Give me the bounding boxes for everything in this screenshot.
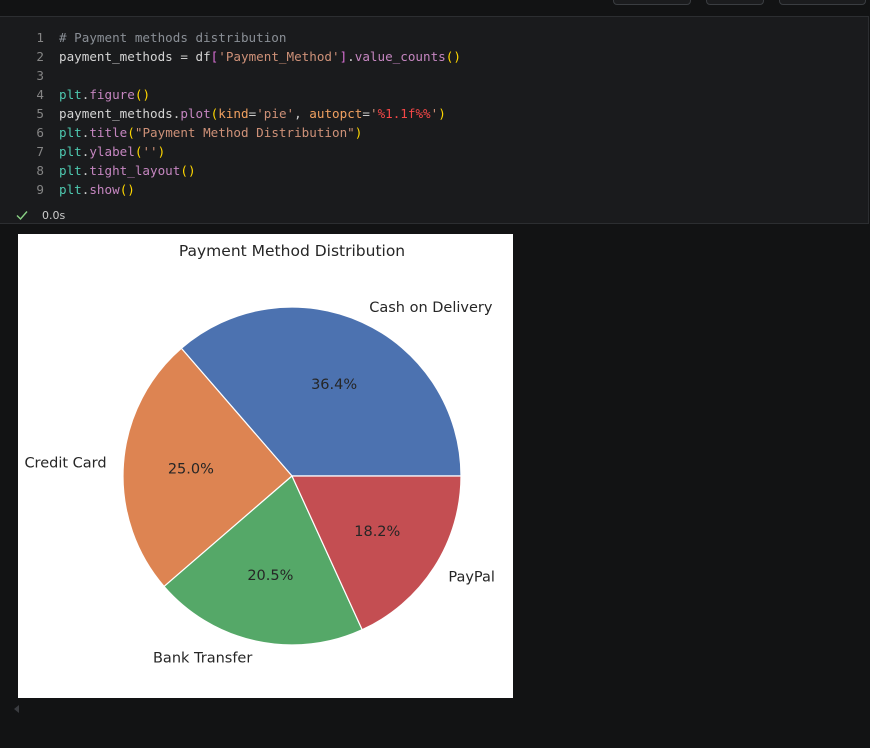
slice-percent-label: 36.4% — [311, 377, 357, 393]
code-cell[interactable]: 1 # Payment methods distribution 2 payment_… — [0, 16, 869, 224]
slice-category-label: Bank Transfer — [153, 651, 252, 667]
slice-percent-label: 25.0% — [168, 462, 214, 478]
slice-category-label: Cash on Delivery — [369, 300, 493, 316]
cell-toolbar-button[interactable] — [779, 0, 866, 5]
line-number: 9 — [36, 182, 44, 197]
code-text: plt.show() — [59, 182, 135, 197]
notebook-page: 1 # Payment methods distribution 2 payment_… — [0, 0, 870, 748]
line-number: 8 — [36, 163, 44, 178]
code-text: payment_methods = df['Payment_Method'].v… — [59, 49, 461, 64]
scroll-left-arrow[interactable] — [14, 705, 19, 713]
slice-category-label: Credit Card — [24, 456, 106, 472]
code-text: payment_methods.plot(kind='pie', autopct… — [59, 106, 446, 121]
check-icon — [16, 211, 28, 221]
code-text: plt.ylabel('') — [59, 144, 166, 159]
pie-chart: Payment Method Distribution 36.4% Cash on … — [24, 242, 495, 667]
slice-category-label: PayPal — [448, 570, 495, 586]
line-number: 7 — [36, 144, 44, 159]
code-text: plt.figure() — [59, 87, 151, 102]
cell-toolbar-button[interactable] — [613, 0, 691, 5]
code-text: plt.tight_layout() — [59, 163, 196, 178]
execution-time: 0.0s — [42, 208, 66, 222]
line-number: 6 — [36, 125, 44, 140]
line-number: 2 — [36, 49, 44, 64]
slice-percent-label: 18.2% — [354, 524, 400, 540]
cell-output: Payment Method Distribution 36.4% Cash on … — [18, 234, 513, 698]
line-number: 5 — [36, 106, 44, 121]
line-number: 3 — [36, 68, 44, 83]
slice-percent-label: 20.5% — [247, 568, 293, 584]
line-number: 4 — [36, 87, 44, 102]
code-text: plt.title("Payment Method Distribution") — [59, 125, 363, 140]
chart-title: Payment Method Distribution — [179, 242, 405, 260]
line-number: 1 — [36, 30, 44, 45]
cell-status: 0.0s — [15, 207, 65, 223]
cell-toolbar-button[interactable] — [706, 0, 764, 5]
code-text: # Payment methods distribution — [59, 30, 287, 45]
